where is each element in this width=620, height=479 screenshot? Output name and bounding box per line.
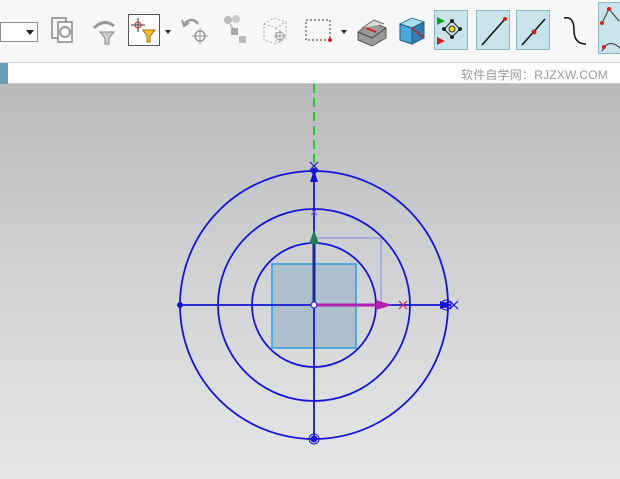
shaded-part-button[interactable] [354, 10, 388, 50]
line-point-tool-button[interactable] [516, 10, 550, 50]
studio-curve-button[interactable] [598, 2, 620, 54]
sketch-canvas[interactable] [0, 84, 620, 479]
line-tool-button[interactable] [476, 10, 510, 50]
dynamic-csys-icon [437, 17, 462, 45]
assembly-navigator-button[interactable] [218, 10, 252, 50]
layer-settings-icon [51, 17, 73, 43]
shaded-part-icon [357, 19, 387, 47]
main-toolbar [0, 0, 620, 62]
shaded-box-icon [398, 17, 426, 45]
panel-tab[interactable] [0, 63, 8, 84]
rectangle-select-button[interactable] [302, 10, 336, 50]
address-bar: 软件自学网：RJZXW.COM [0, 62, 620, 84]
layer-combo[interactable] [0, 22, 38, 42]
chevron-down-icon [26, 30, 34, 35]
rectangle-select-icon [305, 19, 332, 42]
watermark: 软件自学网：RJZXW.COM [461, 68, 608, 82]
snap-point-icon [131, 18, 157, 43]
shaded-box-button[interactable] [394, 10, 428, 50]
origin-point-icon[interactable] [310, 301, 318, 309]
assembly-navigator-icon [224, 15, 246, 43]
left-point-icon[interactable] [177, 302, 183, 308]
graphics-viewport[interactable] [0, 84, 620, 479]
wireframe-box-icon [263, 17, 287, 45]
bottom-point-icon[interactable] [310, 435, 318, 443]
undo-selection-icon [181, 18, 208, 44]
y-handle-arrow-icon[interactable] [309, 230, 319, 244]
snap-point-button[interactable] [128, 14, 160, 46]
layer-settings-button[interactable] [46, 10, 80, 50]
spline-tool-icon [563, 17, 587, 45]
right-point-icon[interactable] [443, 302, 449, 308]
spline-tool-button[interactable] [560, 10, 594, 50]
selection-filter-icon [92, 21, 116, 45]
line-point-tool-icon [521, 18, 546, 46]
undo-selection-button[interactable] [176, 10, 210, 50]
x-handle-arrow-icon[interactable] [376, 300, 392, 310]
line-tool-icon [481, 17, 507, 46]
studio-curve-icon [600, 7, 620, 52]
wireframe-box-button[interactable] [258, 10, 292, 50]
chevron-down-icon[interactable] [341, 30, 347, 34]
dynamic-csys-button[interactable] [434, 10, 468, 50]
selection-filter-button[interactable] [88, 10, 122, 50]
chevron-down-icon[interactable] [165, 30, 171, 34]
